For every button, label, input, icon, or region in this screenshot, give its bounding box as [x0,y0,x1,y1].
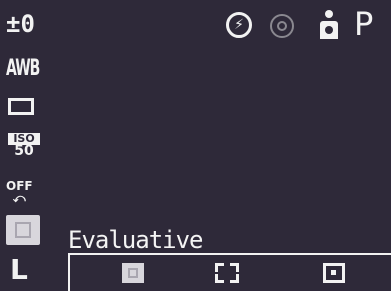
bracket-corner [215,274,224,283]
metering-frame [15,222,31,238]
self-timer-person-icon [318,10,340,40]
camera-lcd-screen: ±0 AWB ISO 50 OFF ⤺ L ⚡ P Evaluative [0,0,391,291]
flash-auto-icon: ⚡ [226,12,252,38]
bracket-corner [230,263,239,272]
iso-value: 50 [14,143,34,159]
flash-off-icon[interactable]: OFF ⤺ [6,180,33,204]
awb-icon[interactable]: AWB [6,56,40,82]
flash-bolt-glyph: ⤺ [12,191,26,205]
evaluative-metering-icon[interactable] [6,215,40,245]
person-body [320,21,338,39]
bracket-corner [230,274,239,283]
evaluative-metering-option[interactable] [122,263,144,283]
spot-metering-option[interactable] [323,263,345,283]
shooting-mode-indicator: P [354,5,374,43]
red-eye-icon [270,14,294,38]
iso-icon[interactable]: ISO 50 [8,133,40,159]
bracket-corner [215,263,224,272]
exposure-comp-icon[interactable]: ±0 [6,10,35,38]
resolution-label: L [10,253,28,286]
metering-mode-label: Evaluative [68,226,203,254]
large-resolution-icon[interactable]: L [10,256,28,284]
person-head [325,10,333,18]
metering-options-bar [68,253,391,291]
left-icon-column: ±0 AWB ISO 50 OFF ⤺ L [0,0,42,291]
center-weighted-metering-option[interactable] [215,263,239,283]
single-shot-drive-icon[interactable] [8,98,34,115]
